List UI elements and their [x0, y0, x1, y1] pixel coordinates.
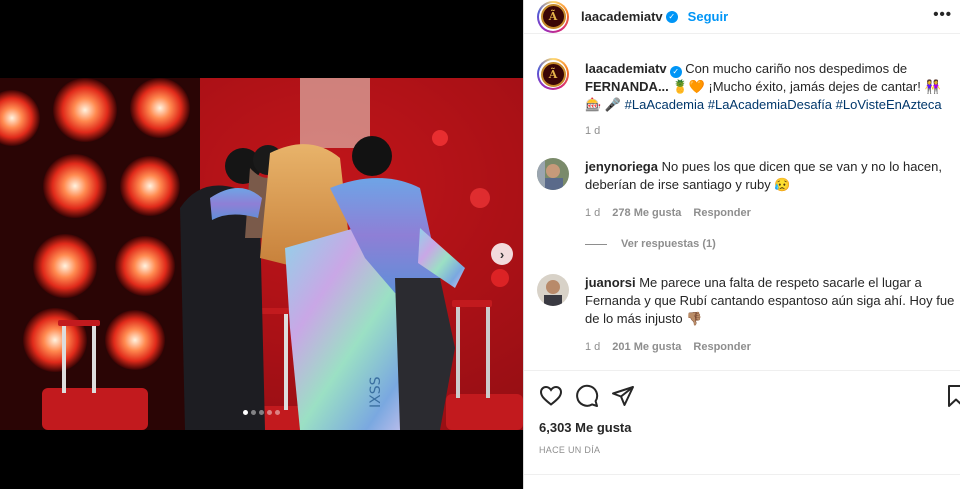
comment-time[interactable]: 1 d [585, 204, 600, 222]
comment-body: jenynoriega No pues los que dicen que se… [585, 158, 955, 222]
chevron-right-icon: › [499, 246, 505, 262]
carousel-dots [0, 410, 523, 415]
carousel-dot [275, 410, 280, 415]
follow-button[interactable]: Seguir [688, 9, 728, 24]
caption-username[interactable]: laacademiatv [585, 61, 667, 76]
avatar-logo: Ã [540, 61, 566, 87]
comment-likes[interactable]: 278 Me gusta [612, 204, 681, 222]
comment-body: juanorsi Me parece una falta de respeto … [585, 274, 955, 356]
caption-time[interactable]: 1 d [585, 122, 600, 140]
more-options-icon[interactable]: ••• [933, 6, 952, 23]
author-username[interactable]: laacademiatv [581, 9, 663, 24]
view-replies-label: Ver respuestas (1) [621, 238, 716, 250]
carousel-dot [251, 410, 256, 415]
comment-icon[interactable] [575, 384, 599, 408]
carousel-dot [243, 410, 248, 415]
avatar[interactable]: Ã [537, 0, 569, 33]
stage-photo-illustration: IXSS [0, 78, 523, 430]
reply-button[interactable]: Responder [693, 204, 750, 222]
post-photo: IXSS [0, 78, 523, 430]
carousel-next-button[interactable]: › [491, 243, 513, 265]
comment-item: jenynoriega No pues los que dicen que se… [537, 158, 955, 222]
avatar-logo: Ã [540, 4, 566, 29]
avatar[interactable] [537, 158, 569, 190]
add-comment-bar [524, 474, 960, 489]
avatar-ring: Ã [539, 2, 567, 31]
post-header: Ã laacademiatv ✓ Seguir ••• [524, 0, 960, 34]
avatar-photo [537, 158, 569, 190]
verified-badge-icon: ✓ [669, 66, 682, 78]
caption-highlight: FERNANDA... [585, 79, 669, 94]
avatar-ring: Ã [539, 60, 567, 88]
comment-item: juanorsi Me parece una falta de respeto … [537, 274, 955, 356]
caption-body: Con mucho cariño nos despedimos de [685, 61, 908, 76]
comment-username[interactable]: juanorsi [585, 275, 636, 290]
heart-icon[interactable] [539, 384, 563, 408]
caption-meta: 1 d [585, 122, 955, 140]
post-panel: Ã laacademiatv ✓ Seguir ••• Ã laacademia… [523, 0, 960, 489]
share-icon[interactable] [611, 384, 635, 408]
reply-button[interactable]: Responder [693, 338, 750, 356]
avatar[interactable] [537, 274, 569, 306]
avatar-photo [537, 274, 569, 306]
bookmark-icon[interactable] [944, 384, 960, 408]
comment-meta: 1 d 278 Me gusta Responder [585, 204, 955, 222]
comments-scroll[interactable]: Ã laacademiatv ✓ Con mucho cariño nos des… [524, 48, 960, 370]
post-media: IXSS › [0, 0, 523, 489]
post-timestamp[interactable]: HACE UN DÍA [539, 445, 600, 455]
carousel-dot [259, 410, 264, 415]
verified-badge-icon: ✓ [665, 10, 678, 23]
replies-line [585, 243, 607, 245]
comment-likes[interactable]: 201 Me gusta [612, 338, 681, 356]
caption-hashtags[interactable]: #LaAcademia #LaAcademiaDesafía #LoVisteE… [625, 97, 942, 112]
caption-body-3: 🎤 [604, 97, 621, 112]
comment-meta: 1 d 201 Me gusta Responder [585, 338, 955, 356]
caption: Ã laacademiatv ✓ Con mucho cariño nos des… [537, 58, 955, 140]
comment-text: Me parece una falta de respeto sacarle e… [585, 275, 955, 326]
post-actions [524, 370, 960, 418]
carousel-dot [267, 410, 272, 415]
comment-username[interactable]: jenynoriega [585, 159, 658, 174]
avatar[interactable]: Ã [537, 58, 569, 90]
view-replies-button[interactable]: Ver respuestas (1) [585, 238, 716, 250]
caption-text: laacademiatv ✓ Con mucho cariño nos despe… [585, 60, 955, 140]
likes-count[interactable]: 6,303 Me gusta [539, 420, 632, 435]
comment-time[interactable]: 1 d [585, 338, 600, 356]
svg-text:IXSS: IXSS [368, 376, 384, 408]
